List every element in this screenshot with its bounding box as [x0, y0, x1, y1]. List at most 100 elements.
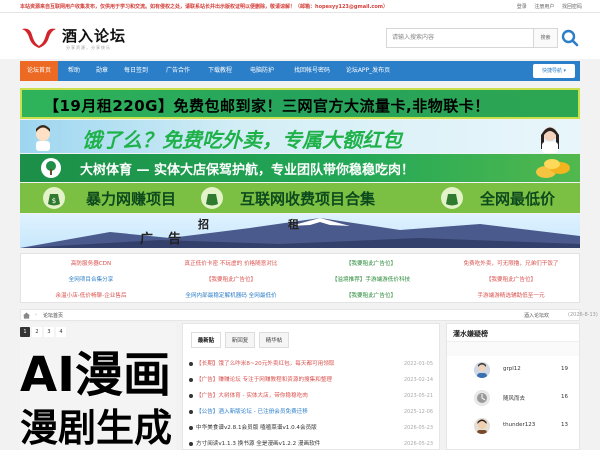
nav-item-ads[interactable]: 广告合作 — [158, 61, 198, 81]
bullet-icon — [189, 442, 193, 446]
avatar-icon[interactable] — [474, 418, 490, 434]
banner-sports[interactable]: 大树体育 — 实体大店保驾护航，专业团队带你稳稳吃肉！ — [20, 154, 580, 182]
search-bar: 请输入搜索内容 搜索 — [386, 28, 580, 48]
search-input[interactable]: 请输入搜索内容 — [386, 28, 534, 48]
thread-title[interactable]: 【广告】赚赚论坛 专注于网赚教程和资源的搜集和整理 — [196, 374, 396, 386]
ad-link[interactable]: 余温小店-低价畅聊-企业售后 — [21, 288, 161, 304]
top-notice-bar: 本站资源来自互联网用户收集发布，仅供用于学习和交流。如有侵权之处，请联系站长并出… — [0, 0, 600, 13]
thread-date: 2022-01-05 — [403, 361, 433, 367]
ranking-username[interactable]: grpl12 — [503, 366, 521, 372]
tree-logo-icon — [41, 158, 61, 178]
thread-row[interactable]: 中华美食谱v2.8.1会员版 嗑嗑菜谱v1.0.4会员版 2026-05-23 — [189, 422, 435, 438]
recover-password-link[interactable]: 找回密码 — [562, 4, 582, 10]
home-icon[interactable] — [23, 312, 30, 319]
ad-space-text-3: 租 — [288, 218, 299, 231]
thread-title[interactable]: 【广告】大树体育 - 实体大店，带你稳稳吃肉 — [196, 390, 396, 402]
ranking-column-header — [447, 342, 579, 356]
nav-item-tutorials[interactable]: 下载教程 — [200, 61, 240, 81]
ad-link[interactable]: 全网内部最稳定解机器码 全网最低价 — [161, 288, 301, 304]
ad-link[interactable]: 【溢境推荐】手游端游低价科技 — [301, 272, 441, 288]
breadcrumb: › 论坛首页 酒入论坛欢 (2026-8-13) — [20, 309, 598, 321]
tab-new-replies[interactable]: 新回复 — [225, 332, 255, 348]
thread-title[interactable]: 方寸阅读v1.1.3 换书源 全是漫画v1.2.2 漫画软件 — [196, 438, 396, 449]
nav-item-checkin[interactable]: 每日签到 — [118, 61, 154, 81]
banner-projects-text-3: 全网最低价 — [480, 190, 556, 208]
ad-link[interactable]: 免费吃外卖，可无限撸，兄弟们干饭了 — [441, 256, 581, 272]
ad-link[interactable]: 高防服务器CDN — [21, 256, 161, 272]
breadcrumb-current[interactable]: 论坛首页 — [43, 312, 63, 319]
money-bag-icon: $ — [43, 187, 65, 209]
search-type-select[interactable]: 搜索 — [534, 28, 558, 48]
avatar-icon[interactable] — [474, 362, 490, 378]
site-logo[interactable]: 酒入论坛 分享资源，分享快乐 — [20, 23, 140, 55]
account-links: 登录 注册用户 找回密码 — [511, 3, 582, 10]
ranking-count: 16 — [561, 394, 568, 400]
ranking-user-row[interactable]: thunder123 13 — [447, 414, 579, 442]
banner-ad-space[interactable]: 广 招 租 告 — [20, 214, 580, 248]
register-link[interactable]: 注册用户 — [534, 4, 554, 10]
ad-link[interactable]: 全网项目合集分享 — [21, 272, 161, 288]
nav-item-medals[interactable]: 勋章 — [88, 61, 116, 81]
thread-row[interactable]: 【广告】赚赚论坛 专注于网赚教程和资源的搜集和整理 2023-02-14 — [189, 374, 435, 390]
ad-link[interactable]: 手游端游精选辅助低至一元 — [441, 288, 581, 304]
slider-dot[interactable]: 3 — [44, 327, 54, 337]
ad-space-text-2: 招 — [198, 218, 209, 231]
nav-item-recover-account[interactable]: 找回帐号密码 — [286, 61, 338, 81]
slider-dot[interactable]: 2 — [32, 327, 42, 337]
banner-projects-text-1: 暴力网赚项目 — [86, 190, 177, 208]
gold-coins-icon — [536, 159, 570, 178]
banner-data-card[interactable]: 【19月租220G】免费包邮到家！三网官方大流量卡,非物联卡！ — [20, 88, 580, 119]
ad-link[interactable]: 【我要租此广告位】 — [301, 256, 441, 272]
bullet-icon — [189, 394, 193, 398]
slider-subheadline: 漫剧生成 — [20, 406, 173, 450]
thread-date: 2023-02-14 — [403, 377, 433, 383]
quick-nav-label: 快捷导航 — [541, 68, 562, 74]
breadcrumb-separator: › — [35, 312, 37, 318]
welcome-text: 酒入论坛欢 — [524, 313, 550, 319]
thread-row[interactable]: 方寸阅读v1.1.3 换书源 全是漫画v1.2.2 漫画软件 2026-05-2… — [189, 438, 435, 449]
slider-headline: AI漫画 — [20, 347, 172, 403]
ranking-username[interactable]: thunder123 — [503, 422, 535, 428]
money-bag-icon — [201, 187, 223, 209]
banner-projects[interactable]: $ 暴力网赚项目 互联网收费项目合集 全网最低价 — [20, 183, 580, 213]
ranking-user-row[interactable]: grpl12 19 — [447, 358, 579, 386]
bull-logo-icon — [22, 28, 56, 48]
ad-space-text-1: 广 — [140, 232, 154, 247]
ranking-username[interactable]: 随风而去 — [503, 394, 525, 402]
mountain-landscape-icon — [20, 218, 580, 248]
text-ad-links: 高防服务器CDN 真正低价卡密 不玩虚的 价格随意对比 【我要租此广告位】 免费… — [20, 253, 580, 303]
nav-item-home[interactable]: 论坛首页 — [20, 61, 58, 81]
slider-dot[interactable]: 4 — [56, 327, 66, 337]
ad-link[interactable]: 【我要租此广告位】 — [441, 272, 581, 288]
ranking-user-row[interactable]: 随风而去 16 — [447, 386, 579, 414]
thread-row[interactable]: 【广告】大树体育 - 实体大店，带你稳稳吃肉 2023-05-21 — [189, 390, 435, 406]
login-link[interactable]: 登录 — [517, 4, 527, 10]
image-slider[interactable]: 1 2 3 4 AI漫画 漫剧生成 — [20, 323, 176, 450]
tab-featured[interactable]: 精华帖 — [259, 332, 289, 348]
banner-takeout[interactable]: 饿了么？免费吃外卖，专属大额红包 — [20, 120, 580, 153]
avatar-icon[interactable] — [474, 390, 490, 406]
ad-link[interactable]: 【我要租此广告位】 — [301, 288, 441, 304]
site-header: 酒入论坛 分享资源，分享快乐 请输入搜索内容 搜索 — [0, 13, 600, 59]
ad-link[interactable]: 真正低价卡密 不玩虚的 价格随意对比 — [161, 256, 301, 272]
nav-item-help[interactable]: 帮助 — [60, 61, 88, 81]
main-nav: 论坛首页 帮助 勋章 每日签到 广告合作 下载教程 电脑防护 找回帐号密码 论坛… — [20, 61, 580, 81]
ad-link[interactable]: 【我要租此广告位】 — [161, 272, 301, 288]
thread-row[interactable]: 【公告】酒入新版论坛 - 已注册会员免费迁移 2025-12-06 — [189, 406, 435, 422]
thread-row[interactable]: 【长期】饿了么咋米8~20元外卖红包，每天都可用领取 2022-01-05 — [189, 358, 435, 374]
thread-date: 2026-05-23 — [403, 441, 433, 447]
chevron-down-icon: ▾ — [563, 68, 567, 74]
thread-title[interactable]: 中华美食谱v2.8.1会员版 嗑嗑菜谱v1.0.4会员版 — [196, 422, 396, 434]
bullet-icon — [189, 378, 193, 382]
thread-title[interactable]: 【长期】饿了么咋米8~20元外卖红包，每天都可用领取 — [196, 358, 396, 370]
search-icon[interactable] — [560, 28, 580, 48]
bullet-icon — [189, 426, 193, 430]
thread-title[interactable]: 【公告】酒入新版论坛 - 已注册会员免费迁移 — [196, 406, 396, 418]
nav-item-pc-protection[interactable]: 电脑防护 — [242, 61, 282, 81]
slider-dot[interactable]: 1 — [20, 327, 30, 337]
water-ranking-panel: 灌水嫌疑榜 grpl12 19 随风而去 16 thunder123 13 — [446, 323, 580, 450]
thread-date: 2025-12-06 — [403, 409, 433, 415]
quick-nav-button[interactable]: 快捷导航 ▾ — [533, 64, 575, 78]
nav-item-app[interactable]: 论坛APP_发布页 — [342, 61, 394, 81]
tab-latest[interactable]: 最新贴 — [191, 332, 221, 348]
